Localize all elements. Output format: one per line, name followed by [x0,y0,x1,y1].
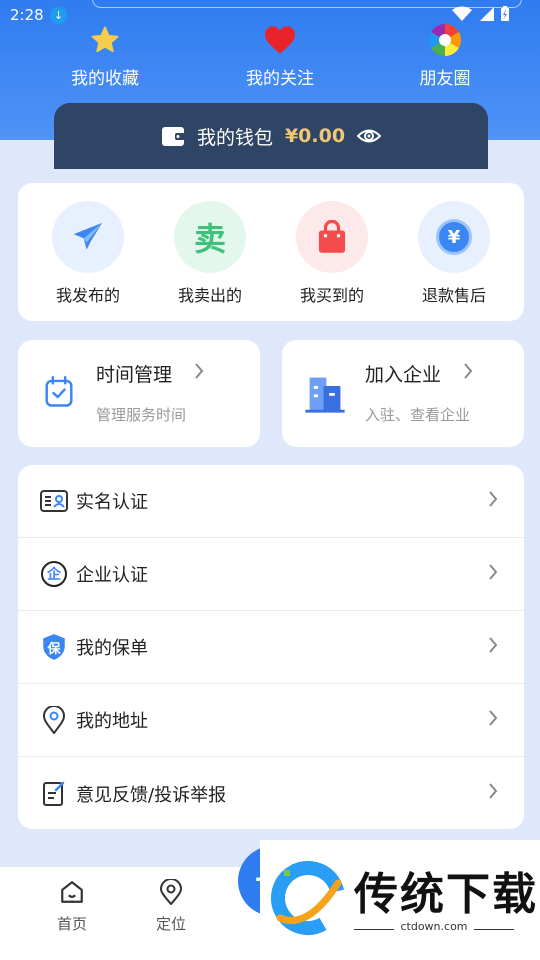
wifi-icon [452,6,472,21]
time-management-title: 时间管理 [96,364,173,386]
published-button[interactable]: 我发布的 [28,201,148,306]
follows-shortcut[interactable]: 我的关注 [215,22,345,89]
download-icon: ↓ [50,7,67,24]
refund-button[interactable]: ¥ 退款售后 [394,201,514,306]
time-management-card[interactable]: 时间管理 管理服务时间 [18,340,260,447]
wallet-card[interactable]: 我的钱包 ¥0.00 [54,103,488,169]
location-pin-icon [40,706,68,734]
watermark-logo: 传统下载 ctdown.com [260,840,540,960]
time-management-subtitle: 管理服务时间 [96,406,187,424]
paper-plane-icon [52,201,124,273]
tab-home[interactable]: 首页 [32,879,112,934]
enterprise-glyph: 企 [41,561,67,587]
shield-icon: 保 [40,633,68,661]
menu-item-feedback[interactable]: 意见反馈/投诉举报 [18,757,524,830]
eye-icon[interactable] [357,127,382,145]
moments-shortcut[interactable]: 朋友圈 [380,22,510,89]
tab-locate-label: 定位 [155,915,186,933]
building-icon [305,377,345,413]
sell-glyph: 卖 [193,220,226,258]
tab-locate[interactable]: 定位 [131,878,211,934]
moments-label: 朋友圈 [419,69,471,89]
wallet-label: 我的钱包 [196,126,273,149]
menu-label: 企业认证 [76,565,148,586]
sell-icon: 卖 [174,201,246,273]
id-card-icon [40,487,68,515]
enterprise-icon: 企 [40,560,68,588]
menu-label: 意见反馈/投诉举报 [76,784,227,806]
chevron-right-icon [489,491,498,507]
shield-glyph: 保 [47,641,61,657]
follows-label: 我的关注 [246,69,314,89]
chevron-right-icon [489,783,498,799]
join-company-title: 加入企业 [365,364,442,386]
signal-icon [480,7,494,21]
wallet-icon [161,127,185,146]
battery-icon [501,6,509,21]
chevron-right-icon [489,637,498,653]
refund-label: 退款售后 [421,286,486,305]
watermark-title: 传统下载 [354,869,538,920]
refund-icon: ¥ [418,201,490,273]
feedback-icon [40,780,68,808]
published-label: 我发布的 [55,286,120,305]
top-shortcuts: 我的收藏 我的关注 朋友圈 [0,22,540,92]
sold-button[interactable]: 卖 我卖出的 [150,201,270,306]
chevron-right-icon [464,363,473,379]
menu-label: 我的保单 [76,638,148,659]
bought-button[interactable]: 我买到的 [272,201,392,306]
settings-menu: 实名认证 企 企业认证 保 我的保单 我的地址 意见反馈/投诉举报 [18,465,524,829]
favorites-label: 我的收藏 [71,69,139,89]
watermark-logo-icon [271,861,346,935]
location-icon [159,878,183,906]
join-company-subtitle: 入驻、查看企业 [365,406,471,424]
status-bar: 2:28 ↓ [0,0,540,30]
watermark-url: ctdown.com [400,920,468,933]
status-time: 2:28 [10,6,44,24]
chevron-right-icon [489,710,498,726]
shopping-bag-icon [296,201,368,273]
favorites-shortcut[interactable]: 我的收藏 [40,22,170,89]
watermark-line-right [474,929,514,930]
menu-label: 我的地址 [76,711,148,732]
menu-item-policy[interactable]: 保 我的保单 [18,611,524,684]
chevron-right-icon [195,363,204,379]
chevron-right-icon [489,564,498,580]
tab-home-label: 首页 [56,915,87,933]
yen-glyph: ¥ [436,219,472,255]
menu-item-real-name[interactable]: 实名认证 [18,465,524,538]
menu-label: 实名认证 [76,492,148,513]
wallet-amount: ¥0.00 [284,125,346,147]
bought-label: 我买到的 [299,286,364,305]
menu-item-address[interactable]: 我的地址 [18,684,524,757]
join-company-card[interactable]: 加入企业 入驻、查看企业 [282,340,524,447]
sold-label: 我卖出的 [177,286,242,305]
home-icon [61,881,83,903]
menu-item-enterprise[interactable]: 企 企业认证 [18,538,524,611]
status-icons [452,6,510,22]
order-shortcuts-card: 我发布的 卖 我卖出的 我买到的 ¥ 退款售后 [18,183,524,321]
calendar-check-icon [45,376,73,407]
